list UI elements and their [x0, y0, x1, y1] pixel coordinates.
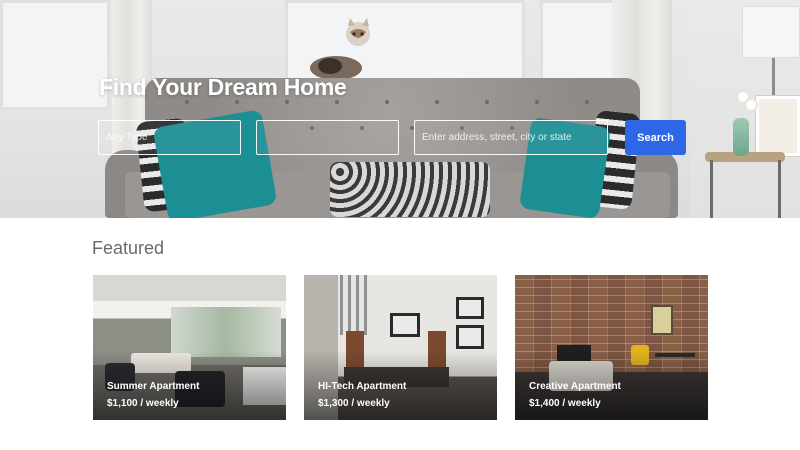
hero-title: Find Your Dream Home — [99, 74, 347, 100]
window — [0, 0, 110, 110]
hero-section: Find Your Dream Home Search — [0, 0, 800, 218]
flower — [744, 98, 758, 112]
property-title: Creative Apartment — [529, 381, 621, 392]
property-price: $1,100 / weekly — [107, 398, 179, 409]
location-field[interactable] — [256, 120, 399, 155]
property-card[interactable]: Creative Apartment $1,400 / weekly — [515, 275, 708, 420]
property-card[interactable]: Summer Apartment $1,100 / weekly — [93, 275, 286, 420]
property-price: $1,400 / weekly — [529, 398, 601, 409]
cushion — [330, 162, 490, 217]
property-title: HI-Tech Apartment — [318, 381, 407, 392]
property-title: Summer Apartment — [107, 381, 200, 392]
property-card[interactable]: HI-Tech Apartment $1,300 / weekly — [304, 275, 497, 420]
cat-illustration — [310, 18, 370, 78]
lamp-illustration — [742, 6, 800, 58]
property-price: $1,300 / weekly — [318, 398, 390, 409]
search-button[interactable]: Search — [625, 120, 686, 155]
address-search-input[interactable] — [414, 120, 608, 155]
vase-illustration — [733, 118, 749, 156]
table-leg — [710, 160, 713, 218]
featured-heading: Featured — [92, 238, 165, 258]
table-leg — [778, 160, 781, 218]
property-type-field[interactable] — [98, 120, 241, 155]
picture-frame — [756, 96, 800, 156]
